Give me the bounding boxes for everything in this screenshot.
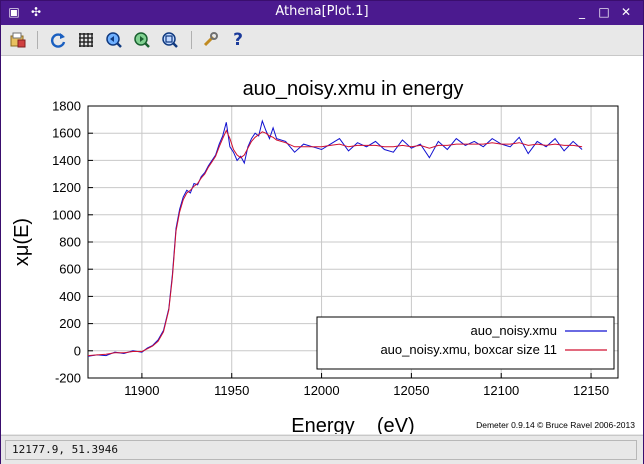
credit-text: Demeter 0.9.14 © Bruce Ravel 2006-2013 bbox=[476, 420, 635, 430]
refresh-icon[interactable] bbox=[47, 29, 69, 51]
plot-area[interactable]: auo_noisy.xmu in energy 11900 11950 12000 1… bbox=[1, 56, 643, 437]
window-title: Athena[Plot.1] bbox=[275, 4, 369, 19]
zoom-in-icon[interactable] bbox=[103, 29, 125, 51]
x-tick-label: 12000 bbox=[303, 383, 339, 398]
x-tick-label: 12100 bbox=[483, 383, 519, 398]
xmu-energy-chart[interactable]: auo_noisy.xmu in energy 11900 11950 12000 1… bbox=[1, 56, 643, 437]
y-tick-label: 1600 bbox=[52, 126, 81, 141]
zoom-fit-icon[interactable] bbox=[159, 29, 181, 51]
toolbar-separator bbox=[37, 31, 38, 49]
y-tick-label: 1000 bbox=[52, 207, 81, 222]
maximize-button[interactable]: □ bbox=[597, 5, 611, 19]
x-tick-label: 12150 bbox=[573, 383, 609, 398]
y-tick-label: 0 bbox=[74, 343, 81, 358]
toolbar: ? bbox=[1, 25, 643, 56]
x-tick-label: 12050 bbox=[393, 383, 429, 398]
chart-title: auo_noisy.xmu in energy bbox=[243, 78, 464, 100]
y-tick-label: 1400 bbox=[52, 153, 81, 168]
athena-plot-window: ▣ ✣ Athena[Plot.1] _ □ ✕ ? auo_noisy.xmu… bbox=[0, 0, 644, 464]
y-axis-label: xμ(E) bbox=[11, 218, 33, 266]
close-button[interactable]: ✕ bbox=[619, 5, 633, 19]
save-image-icon[interactable] bbox=[7, 29, 29, 51]
minimize-button[interactable]: _ bbox=[575, 5, 589, 19]
help-icon[interactable]: ? bbox=[227, 29, 249, 51]
wrench-icon[interactable] bbox=[199, 29, 221, 51]
zoom-out-icon[interactable] bbox=[131, 29, 153, 51]
x-tick-label: 11950 bbox=[214, 383, 249, 398]
x-tick-label: 11900 bbox=[124, 383, 159, 398]
y-tick-label: 600 bbox=[59, 262, 81, 277]
y-tick-label: 200 bbox=[59, 316, 81, 331]
title-bar[interactable]: ▣ ✣ Athena[Plot.1] _ □ ✕ bbox=[1, 1, 643, 25]
toolbar-separator bbox=[191, 31, 192, 49]
y-tick-label: 800 bbox=[59, 235, 81, 250]
y-tick-label: 1200 bbox=[52, 180, 81, 195]
y-tick-label: 1800 bbox=[52, 99, 81, 114]
y-tick-label: 400 bbox=[59, 289, 81, 304]
grid-icon[interactable] bbox=[75, 29, 97, 51]
x-axis-label: Energy (eV) bbox=[291, 415, 414, 434]
status-bar: 12177.9, 51.3946 bbox=[1, 435, 643, 464]
legend-label-1: auo_noisy.xmu bbox=[471, 323, 557, 338]
chart-legend: auo_noisy.xmu auo_noisy.xmu, boxcar size … bbox=[316, 316, 615, 370]
y-tick-label: -200 bbox=[55, 371, 81, 386]
legend-label-2: auo_noisy.xmu, boxcar size 11 bbox=[380, 342, 557, 357]
cursor-coordinates: 12177.9, 51.3946 bbox=[5, 440, 637, 460]
